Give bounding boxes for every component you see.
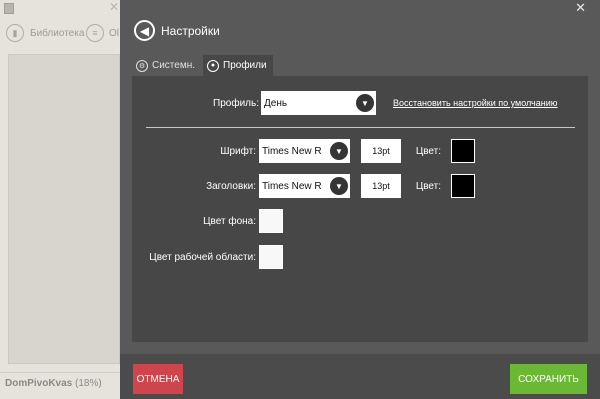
footer-divider <box>0 372 120 373</box>
dialog-footer: ОТМЕНА СОХРАНИТЬ <box>120 354 600 399</box>
section-divider <box>146 127 575 128</box>
font-value: Times New R <box>262 145 322 157</box>
list-icon: ≡ <box>86 24 104 42</box>
save-button[interactable]: СОХРАНИТЬ <box>510 364 587 394</box>
font-select[interactable]: Times New R ▼ <box>259 139 350 163</box>
book-progress: (18%) <box>75 378 102 389</box>
user-icon: ● <box>207 59 220 72</box>
headings-size-input[interactable]: 13pt <box>361 174 401 198</box>
app-icon <box>4 3 14 14</box>
profile-row: Профиль: День ▼ Восстановить настройки п… <box>132 91 558 115</box>
tab-profiles-label: Профили <box>223 60 267 71</box>
font-size-input[interactable]: 13pt <box>361 139 401 163</box>
headings-font-value: Times New R <box>262 180 322 192</box>
background-app: ✕ ▮ Библиотека ≡ Ol DomPivoKvas (18%) <box>0 0 120 399</box>
settings-tabs: ⚙ Системн. ● Профили <box>132 55 273 76</box>
tab-system-label: Системн. <box>152 60 196 71</box>
chevron-down-icon: ▼ <box>356 94 374 112</box>
tab-profiles[interactable]: ● Профили <box>203 55 273 76</box>
background-color-label: Цвет фона: <box>203 215 256 227</box>
cancel-button[interactable]: ОТМЕНА <box>133 364 183 394</box>
dialog-title: Настройки <box>161 23 220 38</box>
close-icon[interactable]: ✕ <box>575 0 586 16</box>
headings-label: Заголовки: <box>206 180 256 192</box>
font-color-label: Цвет: <box>415 145 441 157</box>
book-name: DomPivoKvas <box>5 378 73 389</box>
book-panel <box>8 54 120 364</box>
background-titlebar: ✕ <box>0 0 120 18</box>
tab-system[interactable]: ⚙ Системн. <box>132 55 201 76</box>
library-icon: ▮ <box>6 24 24 42</box>
headings-color-swatch[interactable] <box>451 174 475 198</box>
chevron-down-icon: ▼ <box>330 177 348 195</box>
profile-value: День <box>264 97 288 109</box>
workspace-color-row: Цвет рабочей области: <box>132 245 283 269</box>
profile-select[interactable]: День ▼ <box>261 91 376 115</box>
font-row: Шрифт: Times New R ▼ 13pt Цвет: <box>132 139 475 163</box>
back-arrow-icon[interactable]: ◀ <box>134 20 155 41</box>
workspace-color-label: Цвет рабочей области: <box>149 251 256 263</box>
background-close-icon: ✕ <box>109 0 120 14</box>
headings-font-select[interactable]: Times New R ▼ <box>259 174 350 198</box>
dialog-header: ◀ Настройки <box>134 20 220 41</box>
other-label: Ol <box>109 27 119 39</box>
background-color-swatch[interactable] <box>259 209 283 233</box>
library-label: Библиотека <box>30 27 85 39</box>
gears-icon: ⚙ <box>136 59 148 72</box>
font-label: Шрифт: <box>220 145 256 157</box>
restore-defaults-link[interactable]: Восстановить настройки по умолчанию <box>393 98 558 108</box>
background-color-row: Цвет фона: <box>132 209 283 233</box>
current-book: DomPivoKvas (18%) <box>5 378 102 389</box>
headings-color-label: Цвет: <box>415 180 441 192</box>
profile-label: Профиль: <box>213 97 259 109</box>
workspace-color-swatch[interactable] <box>259 245 283 269</box>
other-button: ≡ Ol <box>86 23 119 43</box>
chevron-down-icon: ▼ <box>330 142 348 160</box>
settings-dialog: ✕ ◀ Настройки ⚙ Системн. ● Профили Профи… <box>120 0 600 399</box>
headings-row: Заголовки: Times New R ▼ 13pt Цвет: <box>132 174 475 198</box>
font-color-swatch[interactable] <box>451 139 475 163</box>
library-button: ▮ Библиотека <box>6 23 84 43</box>
profiles-panel: Профиль: День ▼ Восстановить настройки п… <box>132 76 588 342</box>
